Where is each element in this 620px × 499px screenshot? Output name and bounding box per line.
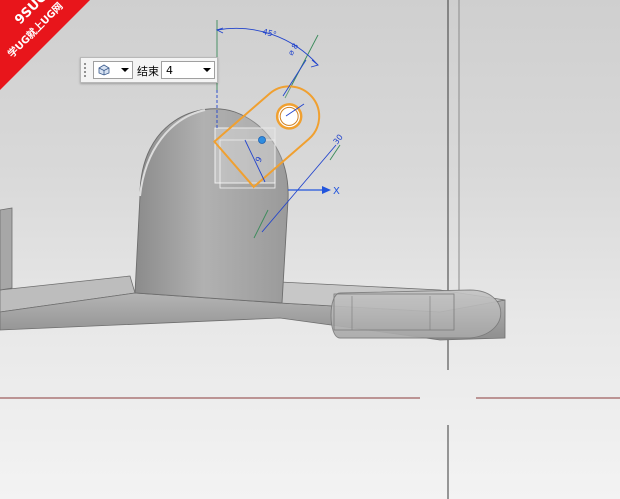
origin-point[interactable] bbox=[258, 136, 266, 144]
end-value-text: 4 bbox=[166, 64, 173, 77]
x-axis-label: X bbox=[333, 186, 340, 197]
diameter-dimension: ⌀ 8 bbox=[286, 42, 300, 57]
slot-feature bbox=[330, 289, 502, 339]
end-label: 结束 bbox=[137, 65, 159, 78]
watermark-logo: 9SUG 学UG就上UG网 bbox=[0, 0, 90, 90]
chevron-down-icon bbox=[121, 68, 129, 72]
angle-dimension: 45° bbox=[262, 27, 278, 39]
left-block bbox=[0, 207, 13, 291]
type-selector-dropdown[interactable] bbox=[93, 61, 133, 79]
solid-body-icon bbox=[98, 64, 110, 76]
floating-toolbar: 结束 4 bbox=[80, 57, 218, 83]
chevron-down-icon bbox=[203, 68, 211, 72]
length-dimension: 30 bbox=[331, 133, 344, 147]
end-value-dropdown[interactable]: 4 bbox=[161, 61, 215, 79]
toolbar-grip-handle[interactable] bbox=[83, 62, 87, 78]
x-axis-indicator: X bbox=[288, 186, 340, 197]
